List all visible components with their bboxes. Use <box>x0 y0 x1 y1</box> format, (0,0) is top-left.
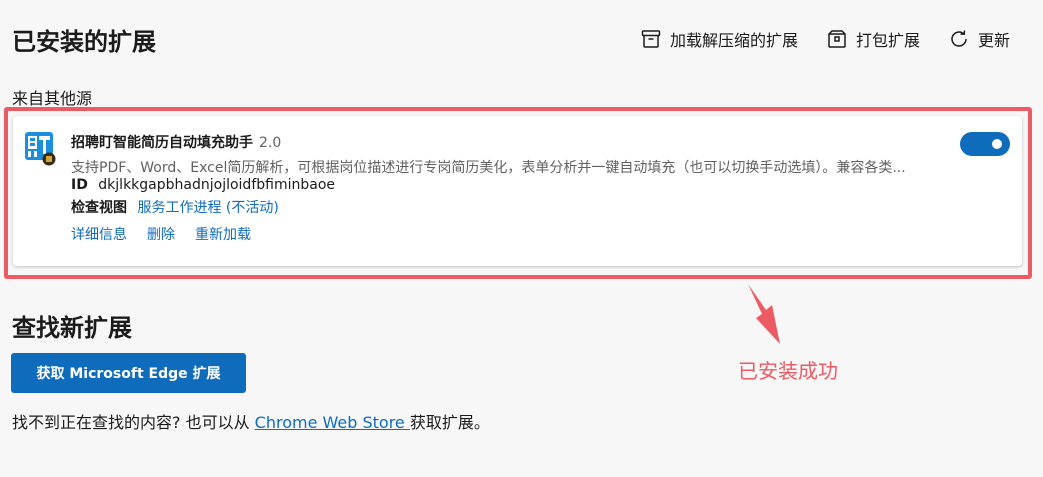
find-extensions-heading: 查找新扩展 <box>12 314 132 342</box>
remove-link[interactable]: 删除 <box>147 224 175 244</box>
load-unpacked-label: 加载解压缩的扩展 <box>669 31 798 50</box>
extension-title-row: 招聘盯智能简历自动填充助手 2.0 <box>71 132 281 152</box>
inspect-views-label: 检查视图 <box>71 200 127 216</box>
extension-id-row: ID dkjlkkgapbhadnjojloidfbfiminbaoe <box>71 177 335 193</box>
extension-version: 2.0 <box>259 135 282 151</box>
reload-link[interactable]: 重新加载 <box>195 224 251 244</box>
service-worker-link[interactable]: 服务工作进程 (不活动) <box>137 200 278 216</box>
toolbar: 加载解压缩的扩展 打包扩展 更新 <box>612 27 1010 51</box>
pack-extension-button[interactable]: 打包扩展 <box>826 27 920 51</box>
package-icon <box>828 30 846 48</box>
chrome-web-store-link[interactable]: Chrome Web Store <box>255 413 410 432</box>
store-hint-suffix: 获取扩展。 <box>409 413 490 432</box>
inspect-views-row: 检查视图 服务工作进程 (不活动) <box>71 197 279 217</box>
extension-enable-toggle[interactable] <box>960 132 1010 156</box>
archive-icon <box>641 30 661 48</box>
store-hint-prefix: 找不到正在查找的内容? 也可以从 <box>12 413 255 432</box>
toggle-knob <box>992 139 1002 149</box>
get-edge-extensions-button[interactable]: 获取 Microsoft Edge 扩展 <box>11 353 246 393</box>
pack-extension-label: 打包扩展 <box>855 31 920 50</box>
extension-id-value: dkjlkkgapbhadnjojloidfbfiminbaoe <box>98 177 335 193</box>
extension-name: 招聘盯智能简历自动填充助手 <box>71 135 253 151</box>
details-link[interactable]: 详细信息 <box>71 224 127 244</box>
extension-actions: 详细信息 删除 重新加载 <box>71 224 271 244</box>
resume-app-icon <box>25 132 56 166</box>
store-hint: 找不到正在查找的内容? 也可以从 Chrome Web Store 获取扩展。 <box>12 409 490 433</box>
page-title: 已安装的扩展 <box>12 28 156 56</box>
extension-description: 支持PDF、Word、Excel简历解析，可根据岗位描述进行专岗简历美化，表单分… <box>71 160 906 176</box>
other-sources-heading: 来自其他源 <box>12 89 93 108</box>
annotation-label: 已安装成功 <box>738 359 838 383</box>
extension-card: 招聘盯智能简历自动填充助手 2.0 支持PDF、Word、Excel简历解析，可… <box>13 116 1022 266</box>
refresh-icon <box>951 30 967 47</box>
update-button[interactable]: 更新 <box>948 27 1010 51</box>
load-unpacked-button[interactable]: 加载解压缩的扩展 <box>640 27 798 51</box>
extension-id-label: ID <box>71 177 88 193</box>
annotation-arrow-icon <box>748 284 780 344</box>
update-label: 更新 <box>977 31 1010 50</box>
